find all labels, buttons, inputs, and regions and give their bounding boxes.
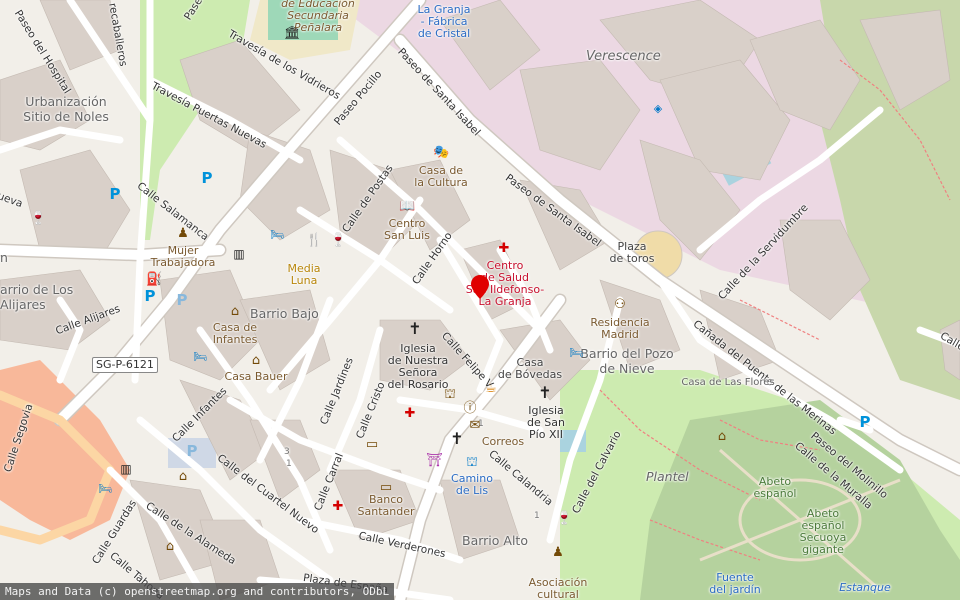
map-viewport[interactable]: Paseo del Hospital recaballeros Paseo Tr… xyxy=(0,0,960,600)
place-barrio-bajo: Barrio Bajo xyxy=(250,306,319,321)
pharmacy-icon[interactable]: ✚ xyxy=(402,407,418,421)
house-number: 1 xyxy=(534,511,540,521)
poi-educacion-3: Peñalara xyxy=(293,21,343,34)
poi-casa-infantes-2: Infantes xyxy=(212,333,258,346)
church-icon[interactable]: ✝ xyxy=(537,385,553,401)
place-urbanizacion-1: Urbanización xyxy=(25,94,107,109)
bar-icon[interactable]: 🍷 xyxy=(330,234,346,248)
location-marker[interactable] xyxy=(471,275,489,299)
garden-area xyxy=(640,400,960,600)
parking-icon[interactable]: P xyxy=(857,415,873,430)
building-icon[interactable]: ⌂ xyxy=(175,470,191,484)
church-icon[interactable]: ✝ xyxy=(407,321,423,337)
theatre-icon[interactable]: 🎭 xyxy=(433,146,449,160)
place-barrio-los-2: Alijares xyxy=(0,297,46,312)
swimming-icon[interactable]: ◈ xyxy=(650,102,666,116)
building-icon[interactable]: ⌂ xyxy=(248,354,264,368)
parking-icon[interactable]: P xyxy=(107,187,123,202)
viewpoint-icon[interactable]: ⛫ xyxy=(442,388,458,402)
restaurant-icon[interactable]: 🍴 xyxy=(306,234,322,248)
poi-asociacion-2: cultural xyxy=(537,588,579,600)
hotel-icon[interactable]: 🛏 xyxy=(97,482,113,496)
hospital-icon[interactable]: ✚ xyxy=(496,242,512,256)
castle-icon[interactable]: ▥ xyxy=(118,463,134,477)
hotel-icon[interactable]: 🛏 xyxy=(192,350,208,364)
road-shield: SG-P-6121 xyxy=(92,357,158,373)
monument-icon[interactable]: ♟ xyxy=(175,227,191,241)
marker-pin-icon xyxy=(471,275,489,299)
poi-granja-3: de Cristal xyxy=(417,27,471,40)
post-office-icon[interactable]: ✉ xyxy=(467,419,483,433)
poi-abeto2-4: gigante xyxy=(802,543,844,556)
parking-icon[interactable]: P xyxy=(199,171,215,186)
place-plantel: Plantel xyxy=(646,469,689,484)
parking-icon[interactable]: P xyxy=(174,293,190,308)
poi-media-luna-2: Luna xyxy=(290,274,318,287)
monument-icon[interactable]: ♟ xyxy=(550,546,566,560)
place-barrio-pozo-1: Barrio del Pozo xyxy=(580,346,674,361)
castle-icon[interactable]: ▥ xyxy=(231,248,247,262)
poi-iglesia-pio-3: Pío XII xyxy=(529,428,563,441)
poi-abeto-2: español xyxy=(753,487,797,500)
library-icon[interactable]: 📖 xyxy=(399,200,415,214)
church-icon[interactable]: ✝ xyxy=(449,431,465,447)
bar-icon[interactable]: 🍷 xyxy=(30,212,46,226)
poi-casa-cultura-2: la Cultura xyxy=(414,176,468,189)
cafe-icon[interactable]: ☕ xyxy=(483,382,499,396)
poi-residencia-2: Madrid xyxy=(601,328,639,341)
house-number: 1 xyxy=(286,459,292,469)
place-barrio-pozo-2: de Nieve xyxy=(599,361,655,376)
poi-camino-lis-2: de Lis xyxy=(455,484,489,497)
information-icon[interactable]: ⓘ xyxy=(462,402,478,416)
poi-casa-bovedas-2: de Bóvedas xyxy=(497,368,563,381)
museum-blue-icon[interactable]: ⛫ xyxy=(464,456,480,470)
poi-estanque: Estanque xyxy=(839,581,891,594)
building-icon[interactable]: ⌂ xyxy=(714,430,730,444)
playground-icon[interactable]: ⛩ xyxy=(426,454,443,468)
place-urbanizacion-2: Sitio de Noles xyxy=(23,109,109,124)
poi-san-luis-2: San Luis xyxy=(384,229,430,242)
museum-icon[interactable]: 🏛 xyxy=(284,27,301,41)
poi-fuente-2: del jardín xyxy=(709,583,761,596)
hotel-icon[interactable]: 🛏 xyxy=(269,228,285,242)
parking-icon[interactable]: P xyxy=(142,289,158,304)
parking-icon[interactable]: P xyxy=(184,444,200,459)
place-verescence: Verescence xyxy=(586,49,661,64)
poi-iglesia-rosario-4: del Rosario xyxy=(387,378,449,391)
hotel-icon[interactable]: 🛏 xyxy=(568,346,584,360)
poi-mujer-2: Trabajadora xyxy=(150,256,216,269)
poi-correos: Correos xyxy=(481,435,525,448)
building-icon[interactable]: ⌂ xyxy=(162,540,178,554)
poi-casa-flores: Casa de Las Flores xyxy=(681,377,775,388)
poi-banco-2: Santander xyxy=(357,505,415,518)
place-barrio-alto: Barrio Alto xyxy=(462,533,528,548)
poi-casa-bauer: Casa Bauer xyxy=(224,370,288,383)
building-icon[interactable]: ⌂ xyxy=(227,305,243,319)
care-home-icon[interactable]: ⚇ xyxy=(612,298,628,312)
house-number: 3 xyxy=(284,447,290,457)
bank-icon[interactable]: ▭ xyxy=(378,481,394,495)
first-aid-icon[interactable]: ✚ xyxy=(330,500,346,514)
poi-plaza-toros-2: de toros xyxy=(609,252,655,265)
place-n-label: n xyxy=(0,250,8,265)
bar-icon[interactable]: 🍷 xyxy=(556,512,572,526)
atm-icon[interactable]: ▭ xyxy=(364,438,380,452)
map-attribution: Maps and Data (c) openstreetmap.org and … xyxy=(0,583,395,600)
fuel-icon[interactable]: ⛽ xyxy=(146,273,162,287)
place-barrio-los-1: arrio de Los xyxy=(0,282,74,297)
